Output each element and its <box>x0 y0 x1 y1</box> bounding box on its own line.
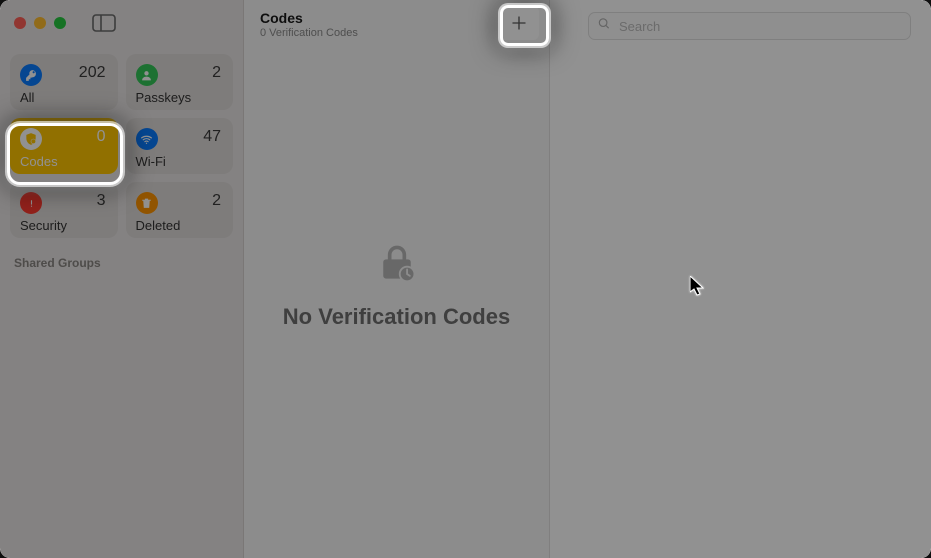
shared-groups-header: Shared Groups <box>0 248 243 278</box>
empty-state-text: No Verification Codes <box>283 304 510 330</box>
sidebar-item-security[interactable]: 3 Security <box>10 182 118 238</box>
person-icon <box>136 64 158 86</box>
minimize-window-button[interactable] <box>34 17 46 29</box>
titlebar <box>0 0 243 46</box>
tile-label: All <box>20 90 108 105</box>
entries-column: Codes 0 Verification Codes No Verificati… <box>244 0 550 558</box>
sidebar-item-codes[interactable]: 0 Codes <box>10 118 118 174</box>
count-badge: 202 <box>79 64 106 82</box>
passwords-window: 202 All 2 Passkeys 0 Codes <box>0 0 931 558</box>
close-window-button[interactable] <box>14 17 26 29</box>
tile-label: Passkeys <box>136 90 224 105</box>
add-button[interactable] <box>499 6 539 40</box>
count-badge: 2 <box>212 64 221 82</box>
empty-state: No Verification Codes <box>244 12 549 558</box>
tile-label: Codes <box>20 154 108 169</box>
count-badge: 47 <box>203 128 221 146</box>
count-badge: 2 <box>212 192 221 210</box>
mouse-cursor <box>690 276 704 301</box>
shield-icon <box>20 128 42 150</box>
lock-clock-icon <box>375 241 419 290</box>
sidebar-toggle-icon <box>92 14 116 32</box>
detail-pane <box>550 0 931 558</box>
sidebar-item-deleted[interactable]: 2 Deleted <box>126 182 234 238</box>
sidebar-item-wifi[interactable]: 47 Wi-Fi <box>126 118 234 174</box>
category-tiles: 202 All 2 Passkeys 0 Codes <box>0 46 243 248</box>
trash-icon <box>136 192 158 214</box>
search-icon <box>597 17 611 36</box>
plus-icon <box>510 14 528 32</box>
key-icon <box>20 64 42 86</box>
tile-label: Wi-Fi <box>136 154 224 169</box>
count-badge: 3 <box>97 192 106 210</box>
search-wrap <box>588 12 911 40</box>
zoom-window-button[interactable] <box>54 17 66 29</box>
entries-subtitle: 0 Verification Codes <box>260 27 535 39</box>
count-badge: 0 <box>97 128 106 146</box>
sidebar-toggle-button[interactable] <box>92 14 116 32</box>
entries-header: Codes 0 Verification Codes <box>244 0 549 52</box>
tile-label: Deleted <box>136 218 224 233</box>
sidebar: 202 All 2 Passkeys 0 Codes <box>0 0 244 558</box>
alert-icon <box>20 192 42 214</box>
tile-label: Security <box>20 218 108 233</box>
sidebar-item-all[interactable]: 202 All <box>10 54 118 110</box>
wifi-icon <box>136 128 158 150</box>
entries-title: Codes <box>260 10 535 26</box>
sidebar-item-passkeys[interactable]: 2 Passkeys <box>126 54 234 110</box>
search-input[interactable] <box>588 12 911 40</box>
